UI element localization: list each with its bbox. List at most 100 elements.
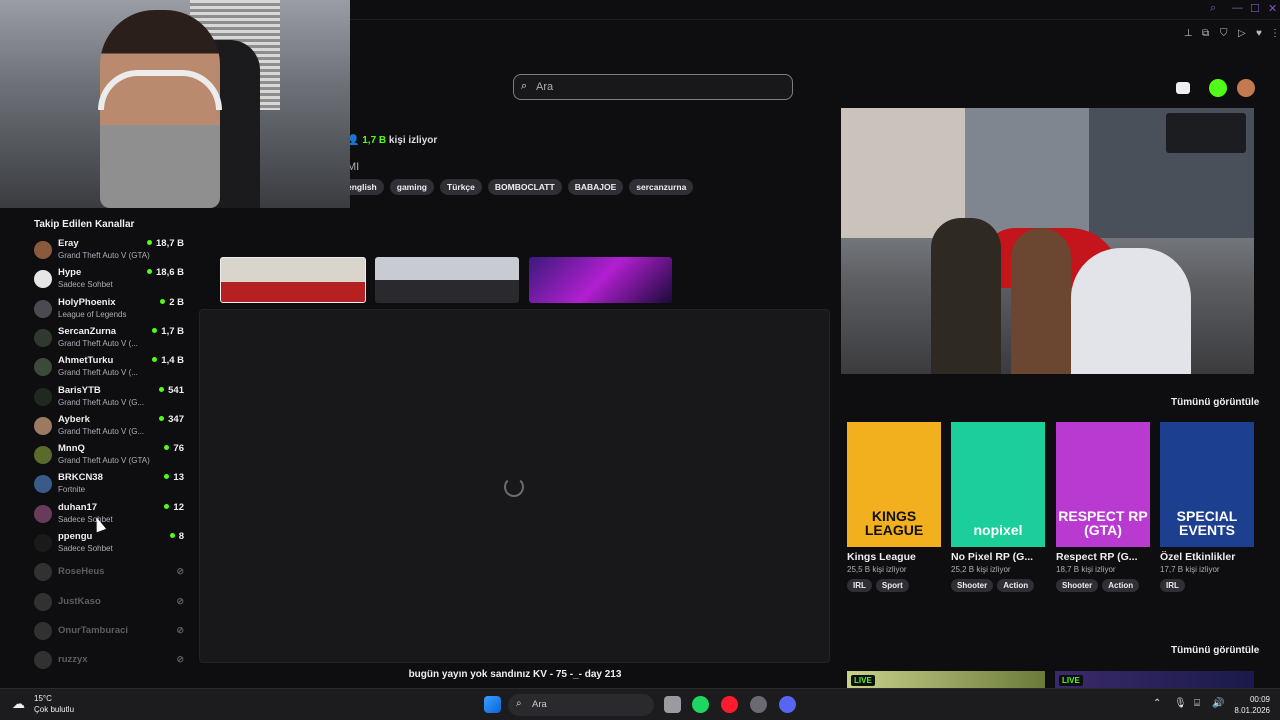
close-icon[interactable]: ✕: [1268, 2, 1277, 15]
category-card[interactable]: RESPECT RP (GTA) Respect RP (G... 18,7 B k…: [1056, 422, 1150, 592]
category-card[interactable]: nopixel No Pixel RP (G... 25,2 B kişi izli…: [951, 422, 1045, 592]
viewer-count: 👤 1,7 B kişi izliyor: [347, 135, 437, 146]
sidebar-channel[interactable]: Hype Sadece Sohbet 18,6 B: [34, 267, 184, 295]
category-card[interactable]: KINGS LEAGUE Kings League 25,5 B kişi izli…: [847, 422, 941, 592]
sidebar-channel[interactable]: HolyPhoenix League of Legends 2 B: [34, 297, 184, 325]
minimize-icon[interactable]: —: [1232, 2, 1243, 14]
category-viewers: 25,5 B kişi izliyor: [847, 565, 907, 574]
stream-thumbnail[interactable]: [375, 257, 519, 303]
weather-desc: Çok bulutlu: [34, 705, 75, 714]
channel-name: Hype: [58, 267, 82, 279]
offline-icon: ⊘: [176, 566, 184, 577]
sidebar-channel[interactable]: JustKaso ⊘: [34, 590, 184, 618]
taskbar-search[interactable]: ⌕ Ara: [508, 694, 654, 716]
viewer-number: 1,4 B: [161, 355, 184, 367]
system-clock[interactable]: 00:09 8.01.2026: [1234, 694, 1270, 716]
live-stream-card[interactable]: LIVE: [847, 671, 1045, 688]
tag-chip[interactable]: gaming: [389, 179, 434, 195]
sidebar-channel[interactable]: Ayberk Grand Theft Auto V (G... 347: [34, 414, 184, 442]
channel-avatar: [34, 299, 52, 318]
tag-chip[interactable]: BABAJOE: [567, 179, 624, 195]
play-icon[interactable]: ▷: [1238, 28, 1246, 39]
sidebar-channel[interactable]: ruzzyx ⊘: [34, 648, 184, 676]
channel-game: Grand Theft Auto V (GTA): [58, 251, 150, 260]
tag-chip[interactable]: IRL: [1160, 579, 1185, 592]
channel-avatar: [34, 592, 52, 611]
tag-chip[interactable]: Action: [997, 579, 1035, 592]
player-overlay: [1166, 113, 1246, 153]
chevron-up-icon[interactable]: ⌃: [1153, 698, 1161, 709]
clock-date: 8.01.2026: [1234, 706, 1270, 715]
tag-chip[interactable]: Shooter: [1056, 579, 1099, 592]
sidebar-channel[interactable]: Eray Grand Theft Auto V (GTA) 18,7 B: [34, 238, 184, 266]
user-avatar[interactable]: [1237, 79, 1255, 97]
channel-viewers: 1,7 B: [152, 326, 184, 337]
channel-avatar: [34, 328, 52, 347]
channel-name: BRKCN38: [58, 472, 103, 484]
sidebar-channel[interactable]: BarisYTB Grand Theft Auto V (G... 541: [34, 385, 184, 413]
channel-game: Grand Theft Auto V (GTA): [58, 456, 150, 466]
volume-icon[interactable]: 🔊: [1212, 698, 1224, 709]
viewer-number: 2 B: [169, 296, 184, 308]
category-name: Respect RP (G...: [1056, 551, 1138, 563]
tag-chip[interactable]: Türkçe: [440, 179, 482, 195]
channel-name: BarisYTB: [58, 384, 101, 396]
opera-icon[interactable]: [721, 696, 738, 713]
tag-chip[interactable]: Action: [1102, 579, 1140, 592]
search-icon: ⌕: [516, 698, 522, 709]
tag-chip[interactable]: sercanzurna: [629, 179, 694, 195]
see-all-link[interactable]: Tümünü görüntüle: [1171, 397, 1259, 408]
channel-viewers: 18,7 B: [147, 238, 184, 249]
stream-thumbnail[interactable]: [220, 257, 366, 303]
sidebar-channel[interactable]: BRKCN38 Fortnite 13: [34, 472, 184, 500]
clock-time: 00:09: [1249, 695, 1270, 704]
channel-game: Sadece Sohbet: [58, 514, 113, 524]
channel-avatar: [34, 475, 52, 494]
tag-chip[interactable]: BOMBOCLATT: [487, 179, 562, 195]
channel-viewers: 12: [164, 502, 184, 513]
channel-viewers: 18,6 B: [147, 267, 184, 278]
live-dot-icon: [169, 533, 175, 538]
app-icon[interactable]: [750, 696, 767, 713]
heart-icon[interactable]: ♥: [1256, 28, 1262, 39]
category-art-label: KINGS LEAGUE: [864, 508, 924, 538]
sidebar-channel[interactable]: ppengu Sadece Sohbet 8: [34, 531, 184, 559]
tag-chip[interactable]: Shooter: [951, 579, 994, 592]
sidebar-channel[interactable]: SercanZurna Grand Theft Auto V (... 1,7 B: [34, 326, 184, 354]
gift-icon[interactable]: [1176, 82, 1190, 94]
live-badge: LIVE: [851, 675, 875, 686]
channel-avatar: [34, 241, 52, 259]
network-icon[interactable]: ⌸: [1194, 698, 1200, 709]
category-card[interactable]: SPECIAL EVENTS Özel Etkinlikler 17,7 B kiş…: [1160, 422, 1254, 592]
channel-avatar: [34, 534, 52, 552]
sidebar-channel[interactable]: AhmetTurku Grand Theft Auto V (... 1,4 B: [34, 355, 184, 383]
viewer-number: 1,7 B: [161, 325, 184, 337]
channel-name: HolyPhoenix: [58, 296, 116, 308]
live-stream-card[interactable]: LIVE: [1055, 671, 1254, 688]
microphone-icon[interactable]: 🎙: [1174, 698, 1187, 709]
maximize-icon[interactable]: ☐: [1250, 2, 1260, 15]
discord-icon[interactable]: [779, 696, 796, 713]
pin-icon[interactable]: ⊥: [1184, 28, 1193, 39]
task-view-icon[interactable]: [664, 696, 681, 713]
search-icon[interactable]: ⌕: [1210, 2, 1216, 15]
sidebar-channel[interactable]: duhan17 Sadece Sohbet 12: [34, 502, 184, 530]
sidebar-channel[interactable]: OnurTamburaci ⊘: [34, 619, 184, 647]
tag-chip[interactable]: Sport: [875, 579, 909, 592]
sidebar-channel[interactable]: MnnQ Grand Theft Auto V (GTA) 76: [34, 443, 184, 471]
tag-chip[interactable]: IRL: [847, 579, 872, 592]
see-all-link[interactable]: Tümünü görüntüle: [1171, 645, 1259, 656]
video-player[interactable]: [841, 108, 1254, 374]
viewer-number: 76: [173, 443, 184, 455]
search-input[interactable]: ⌕ Ara: [513, 74, 793, 100]
crop-icon[interactable]: ⧉: [1202, 28, 1209, 39]
kick-icon[interactable]: [1209, 79, 1227, 97]
stream-thumbnail[interactable]: [529, 257, 672, 303]
spotify-icon[interactable]: [692, 696, 709, 713]
sidebar-channel[interactable]: RoseHeus ⊘: [34, 560, 184, 588]
live-dot-icon: [164, 474, 170, 480]
more-icon[interactable]: ⋮: [1270, 28, 1280, 39]
shield-icon[interactable]: ⛉: [1220, 28, 1228, 39]
category-name: Özel Etkinlikler: [1160, 551, 1236, 563]
start-icon[interactable]: [484, 696, 501, 713]
